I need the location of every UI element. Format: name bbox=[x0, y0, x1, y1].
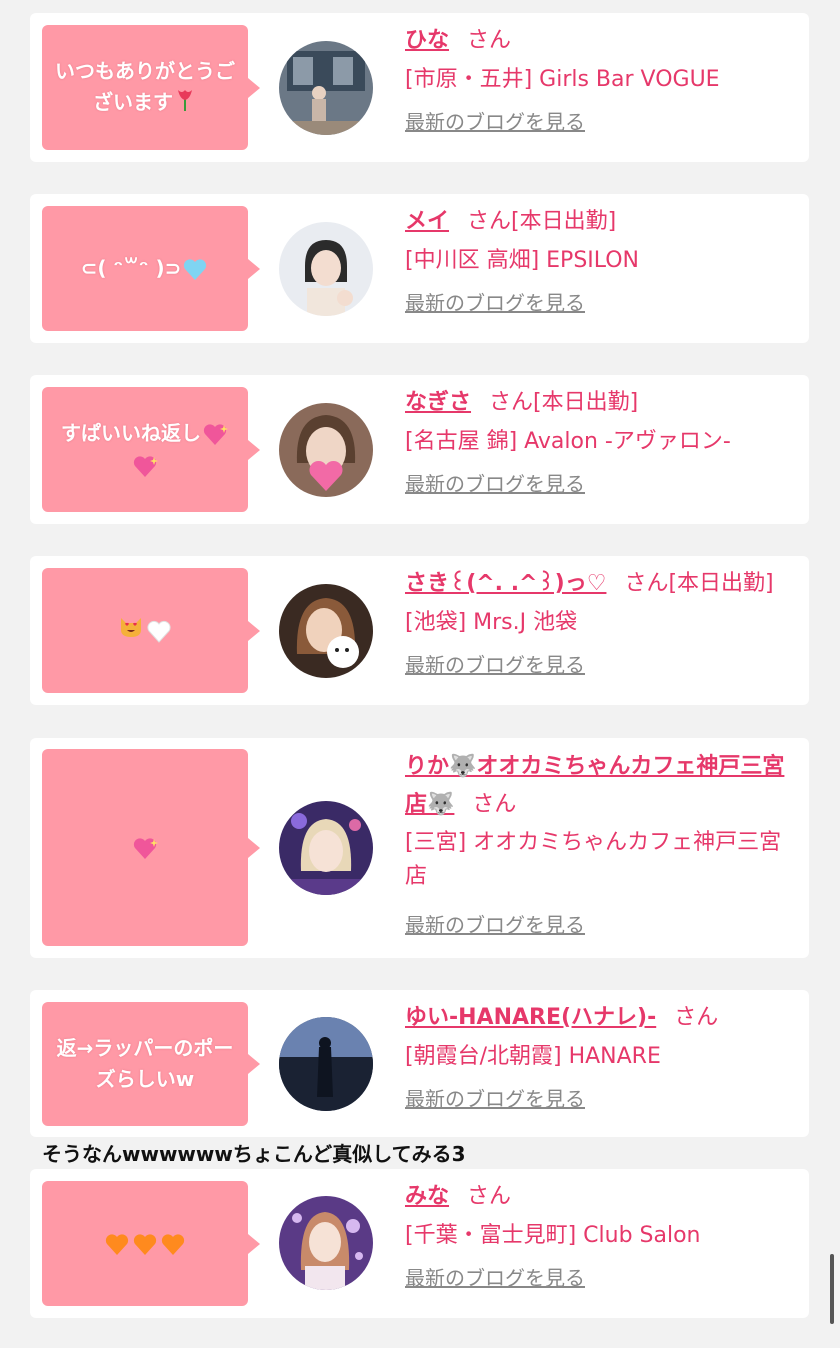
user-card: さき꒰(^. .^꒱)っ♡ さん[本日出勤] [池袋] Mrs.J 池袋 最新のブ… bbox=[30, 556, 809, 705]
cast-name-link[interactable]: なぎさ bbox=[405, 390, 471, 415]
honorific: さん bbox=[467, 209, 512, 234]
shop-link[interactable]: [朝霞台/北朝霞] HANARE bbox=[405, 1038, 801, 1076]
blog-link[interactable]: 最新のブログを見る bbox=[405, 1082, 801, 1116]
user-card: りか🐺オオカミちゃんカフェ神戸三宮店🐺 さん [三宮] オオカミちゃんカフェ神戸三… bbox=[30, 738, 809, 958]
blog-link[interactable]: 最新のブログを見る bbox=[405, 648, 801, 682]
user-card: いつもありがとうございます ひな さん [市原・五井] Girls Bar VOG… bbox=[30, 13, 809, 162]
shop-link[interactable]: [千葉・富士見町] Club Salon bbox=[405, 1217, 801, 1255]
avatar[interactable] bbox=[279, 801, 373, 895]
user-card: 返→ラッパーのポーズらしいw ゆい-HANARE(ハナレ)- さん [朝霞台/北朝… bbox=[30, 990, 809, 1137]
cast-name-link[interactable]: りか🐺オオカミちゃんカフェ神戸三宮店🐺 bbox=[405, 754, 784, 817]
avatar[interactable] bbox=[279, 584, 373, 678]
message-bubble bbox=[42, 1181, 260, 1306]
avatar[interactable] bbox=[279, 1017, 373, 1111]
message-text: 返→ラッパーのポーズらしいw bbox=[56, 1036, 234, 1091]
heart-eyes-cat-icon bbox=[118, 614, 144, 647]
tulip-icon bbox=[174, 87, 196, 120]
orange-heart-icon bbox=[104, 1229, 130, 1260]
shop-link[interactable]: [市原・五井] Girls Bar VOGUE bbox=[405, 61, 801, 99]
honorific: さん bbox=[674, 1005, 719, 1030]
message-bubble: 返→ラッパーのポーズらしいw bbox=[42, 1002, 260, 1126]
sparkling-heart-icon bbox=[132, 833, 158, 864]
honorific: さん bbox=[624, 571, 669, 596]
avatar[interactable] bbox=[279, 41, 373, 135]
sparkling-heart-icon bbox=[202, 419, 228, 450]
status-badge: [本日出勤] bbox=[511, 209, 617, 234]
user-card: すぱいいね返し なぎさ さん[本日出勤] [名古屋 錦] Avalon -アヴァロ… bbox=[30, 375, 809, 524]
shop-link[interactable]: [名古屋 錦] Avalon -アヴァロン- bbox=[405, 423, 801, 461]
blog-link[interactable]: 最新のブログを見る bbox=[405, 1261, 801, 1295]
honorific: さん bbox=[467, 1184, 512, 1209]
sparkling-heart-icon bbox=[132, 451, 158, 482]
reply-comment: そうなんwwwwwwちょこんど真似してみる3 bbox=[42, 1142, 466, 1166]
cast-name-link[interactable]: ゆい-HANARE(ハナレ)- bbox=[405, 1005, 656, 1030]
shop-link[interactable]: [中川区 高畑] EPSILON bbox=[405, 242, 801, 280]
blog-link[interactable]: 最新のブログを見る bbox=[405, 286, 801, 320]
honorific: さん bbox=[472, 792, 517, 817]
orange-heart-icon bbox=[132, 1229, 158, 1260]
avatar[interactable] bbox=[279, 403, 373, 497]
orange-heart-icon bbox=[160, 1229, 186, 1260]
shop-link[interactable]: [三宮] オオカミちゃんカフェ神戸三宮店 bbox=[405, 826, 801, 894]
message-text: ⊂( ᵔ꒳ᵔ )⊃ bbox=[80, 255, 182, 280]
message-text: いつもありがとうございます bbox=[55, 58, 235, 114]
cast-name-link[interactable]: ひな bbox=[405, 28, 449, 53]
message-bubble: すぱいいね返し bbox=[42, 387, 260, 512]
honorific: さん bbox=[467, 28, 512, 53]
cast-name-link[interactable]: メイ bbox=[405, 209, 449, 234]
avatar[interactable] bbox=[279, 222, 373, 316]
avatar[interactable] bbox=[279, 1196, 373, 1290]
scrollbar[interactable] bbox=[830, 1254, 834, 1324]
white-heart-icon bbox=[146, 615, 172, 646]
blog-link[interactable]: 最新のブログを見る bbox=[405, 467, 801, 501]
message-bubble bbox=[42, 568, 260, 693]
shop-link[interactable]: [池袋] Mrs.J 池袋 bbox=[405, 604, 801, 642]
honorific: さん bbox=[489, 390, 534, 415]
light-blue-heart-icon bbox=[182, 254, 208, 285]
cast-name-link[interactable]: みな bbox=[405, 1184, 449, 1209]
status-badge: [本日出勤] bbox=[533, 390, 639, 415]
user-card: みな さん [千葉・富士見町] Club Salon 最新のブログを見る bbox=[30, 1169, 809, 1318]
status-badge: [本日出勤] bbox=[668, 571, 774, 596]
message-bubble bbox=[42, 749, 260, 946]
message-text: すぱいいね返し bbox=[61, 420, 201, 445]
user-card: ⊂( ᵔ꒳ᵔ )⊃ メイ さん[本日出勤] [中川区 高畑] EPSILON 最新… bbox=[30, 194, 809, 343]
message-bubble: いつもありがとうございます bbox=[42, 25, 260, 150]
message-bubble: ⊂( ᵔ꒳ᵔ )⊃ bbox=[42, 206, 260, 331]
blog-link[interactable]: 最新のブログを見る bbox=[405, 105, 801, 139]
blog-link[interactable]: 最新のブログを見る bbox=[405, 908, 801, 942]
cast-name-link[interactable]: さき꒰(^. .^꒱)っ♡ bbox=[405, 571, 606, 596]
